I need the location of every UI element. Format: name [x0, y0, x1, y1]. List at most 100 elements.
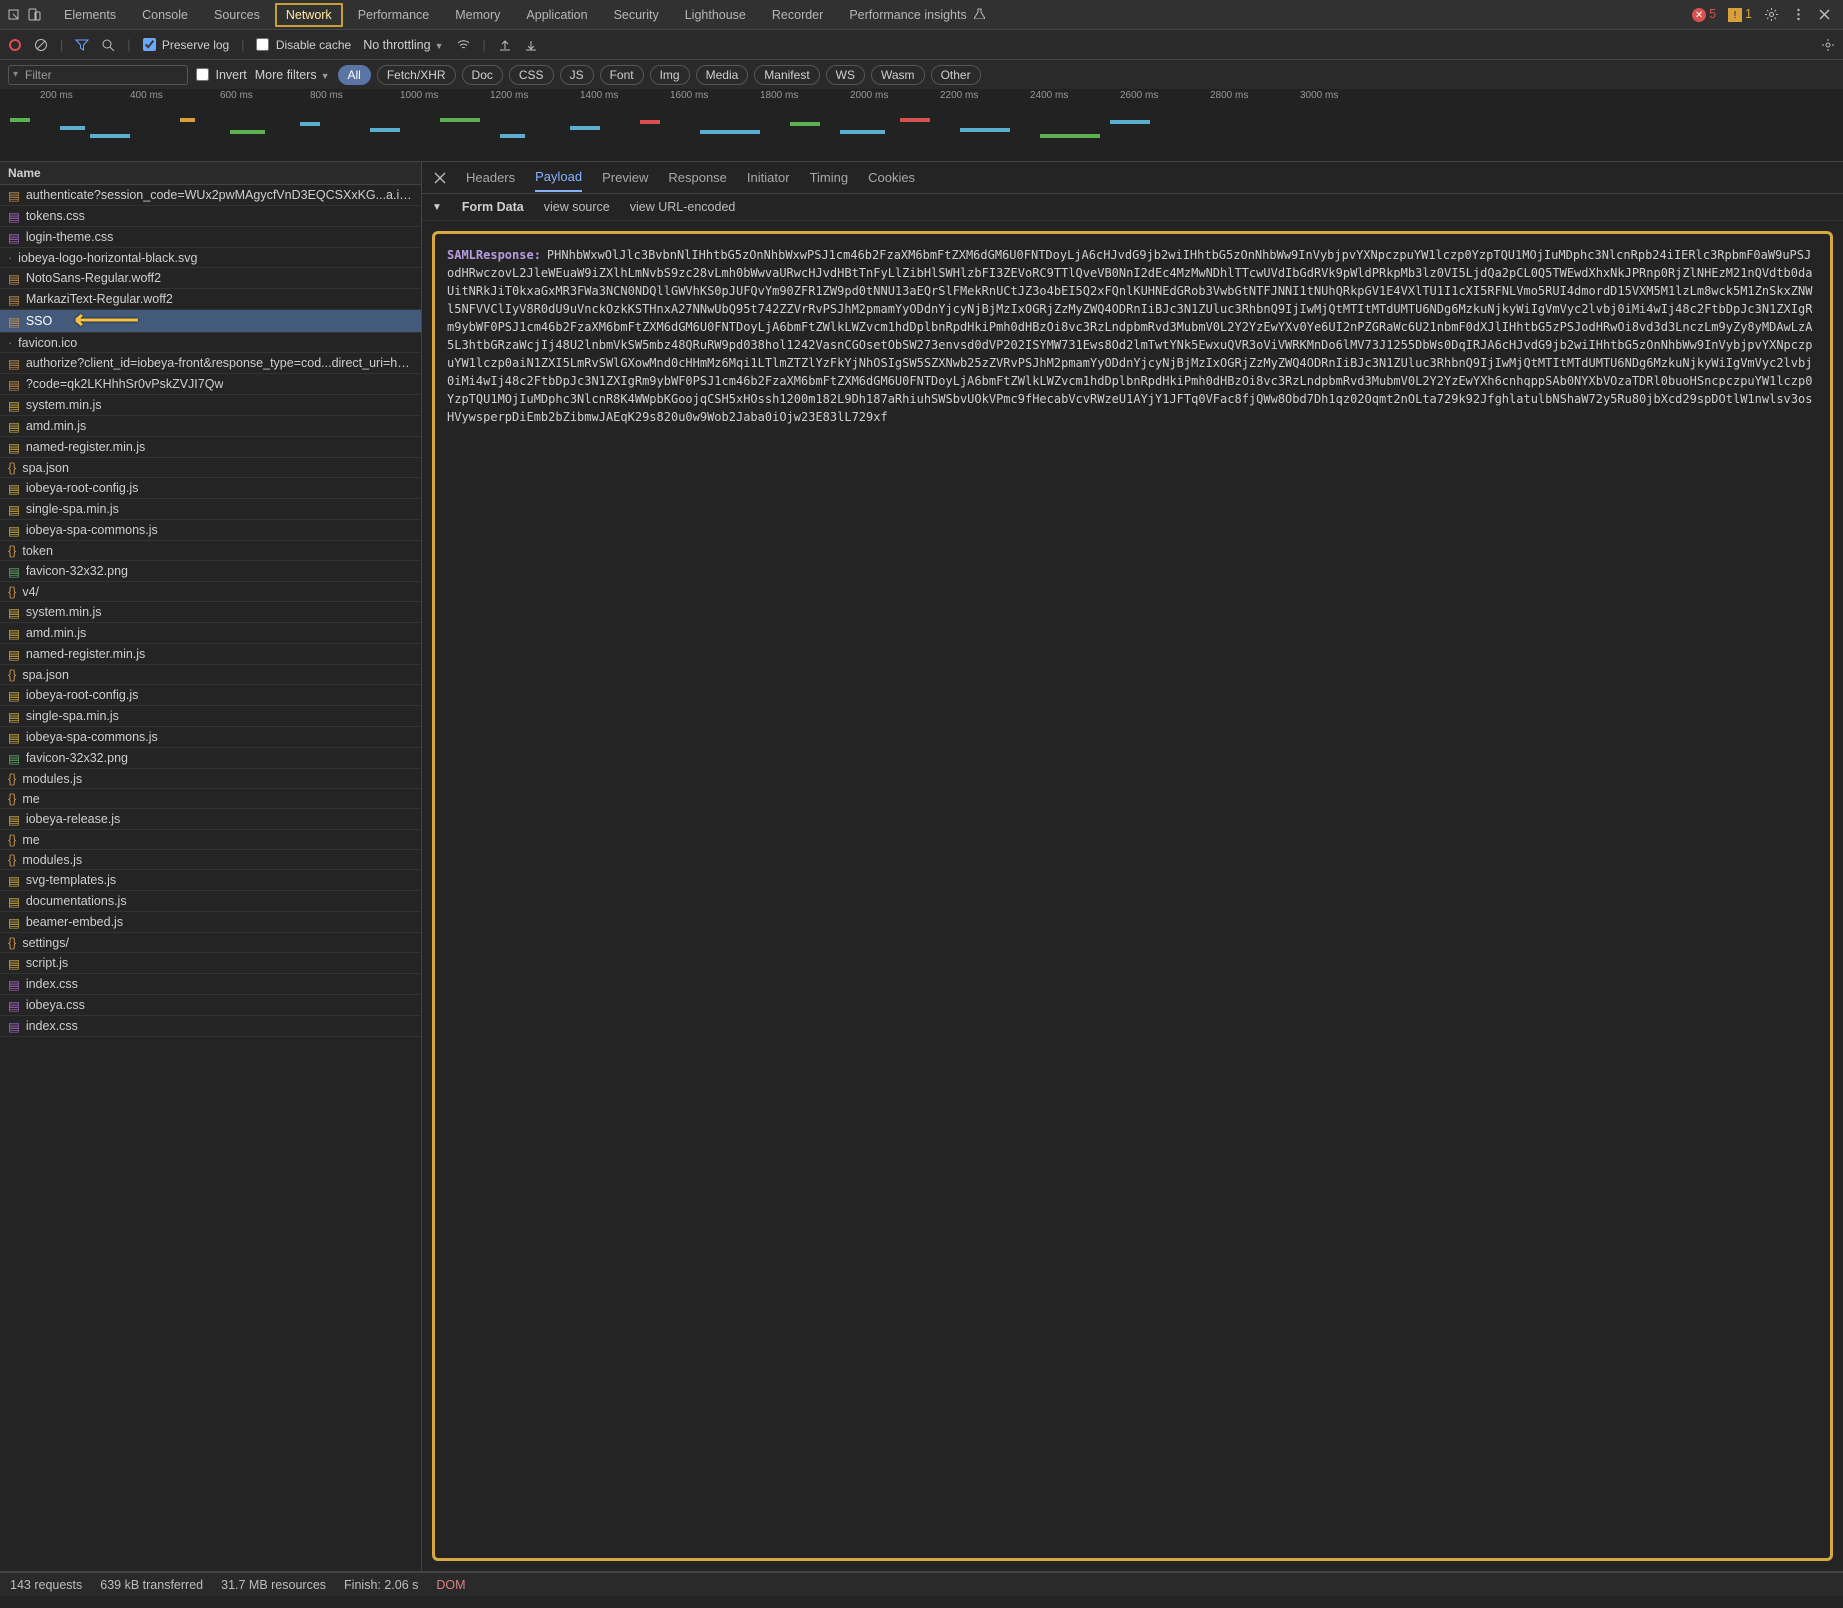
pill-all[interactable]: All [338, 65, 371, 85]
request-row[interactable]: ▤named-register.min.js [0, 437, 421, 458]
request-row[interactable]: ▤iobeya-spa-commons.js [0, 520, 421, 541]
more-filters[interactable]: More filters▼ [255, 68, 330, 82]
request-row[interactable]: ▤favicon-32x32.png [0, 748, 421, 769]
inspect-icon[interactable] [6, 7, 21, 22]
tab-lighthouse[interactable]: Lighthouse [673, 2, 758, 28]
request-row[interactable]: ▤login-theme.css [0, 227, 421, 248]
request-row[interactable]: ▤named-register.min.js [0, 644, 421, 665]
search-icon[interactable] [101, 38, 115, 52]
tab-cookies[interactable]: Cookies [868, 164, 915, 191]
pill-media[interactable]: Media [696, 65, 749, 85]
tab-network[interactable]: Network [274, 2, 344, 28]
pill-wasm[interactable]: Wasm [871, 65, 925, 85]
device-toolbar-icon[interactable] [27, 7, 42, 22]
upload-icon[interactable] [498, 38, 512, 52]
request-row[interactable]: ▤?code=qk2LKHhhSr0vPskZVJI7Qw [0, 374, 421, 395]
request-list[interactable]: ▤authenticate?session_code=WUx2pwMAgycfV… [0, 185, 421, 1571]
tab-security[interactable]: Security [602, 2, 671, 28]
pill-ws[interactable]: WS [826, 65, 865, 85]
tab-timing[interactable]: Timing [810, 164, 849, 191]
filter-input[interactable]: ▾ Filter [8, 65, 188, 85]
request-row[interactable]: {}spa.json [0, 458, 421, 478]
request-row[interactable]: ▤amd.min.js [0, 416, 421, 437]
request-row[interactable]: ▤documentations.js [0, 891, 421, 912]
pill-img[interactable]: Img [650, 65, 690, 85]
download-icon[interactable] [524, 38, 538, 52]
pill-fetch-xhr[interactable]: Fetch/XHR [377, 65, 456, 85]
request-row[interactable]: {}token [0, 541, 421, 561]
request-row[interactable]: ▤MarkaziText-Regular.woff2 [0, 289, 421, 310]
pill-manifest[interactable]: Manifest [754, 65, 819, 85]
network-timeline[interactable]: 200 ms400 ms600 ms800 ms1000 ms1200 ms14… [0, 90, 1843, 162]
request-row[interactable]: ▤script.js [0, 953, 421, 974]
gear-icon[interactable] [1764, 7, 1779, 22]
request-row[interactable]: ▤NotoSans-Regular.woff2 [0, 268, 421, 289]
tab-application[interactable]: Application [514, 2, 599, 28]
pill-doc[interactable]: Doc [462, 65, 503, 85]
request-row[interactable]: ▤iobeya-release.js [0, 809, 421, 830]
request-row[interactable]: ▤system.min.js [0, 395, 421, 416]
tab-elements[interactable]: Elements [52, 2, 128, 28]
settings-gear-icon[interactable] [1821, 38, 1835, 52]
request-row[interactable]: ▤iobeya-root-config.js [0, 685, 421, 706]
tab-preview[interactable]: Preview [602, 164, 648, 191]
view-source-link[interactable]: view source [544, 200, 610, 214]
tab-recorder[interactable]: Recorder [760, 2, 835, 28]
request-row[interactable]: ▤SSO [0, 310, 421, 333]
request-row[interactable]: ▤authorize?client_id=iobeya-front&respon… [0, 353, 421, 374]
invert-checkbox[interactable]: Invert [196, 68, 247, 82]
throttling-select[interactable]: No throttling▼ [363, 38, 443, 52]
tab-headers[interactable]: Headers [466, 164, 515, 191]
tab-payload[interactable]: Payload [535, 163, 582, 192]
request-row[interactable]: ▤iobeya-root-config.js [0, 478, 421, 499]
view-url-encoded-link[interactable]: view URL-encoded [630, 200, 736, 214]
request-row[interactable]: ▤index.css [0, 974, 421, 995]
close-detail-icon[interactable] [434, 172, 446, 184]
request-row[interactable]: ▤single-spa.min.js [0, 706, 421, 727]
request-row[interactable]: ▤amd.min.js [0, 623, 421, 644]
request-row[interactable]: ▤index.css [0, 1016, 421, 1037]
request-row[interactable]: ▤system.min.js [0, 602, 421, 623]
tab-memory[interactable]: Memory [443, 2, 512, 28]
request-row[interactable]: {}modules.js [0, 850, 421, 870]
request-row[interactable]: ▤beamer-embed.js [0, 912, 421, 933]
close-icon[interactable] [1818, 8, 1831, 21]
pill-font[interactable]: Font [600, 65, 644, 85]
request-row[interactable]: ▤iobeya.css [0, 995, 421, 1016]
preserve-log-input[interactable] [143, 38, 156, 51]
request-row[interactable]: {}me [0, 789, 421, 809]
request-row[interactable]: ·iobeya-logo-horizontal-black.svg [0, 248, 421, 268]
tab-performance[interactable]: Performance [346, 2, 442, 28]
tab-initiator[interactable]: Initiator [747, 164, 790, 191]
record-icon[interactable] [8, 38, 22, 52]
pill-js[interactable]: JS [560, 65, 594, 85]
request-row[interactable]: ▤iobeya-spa-commons.js [0, 727, 421, 748]
kebab-icon[interactable] [1791, 7, 1806, 22]
request-row[interactable]: ▤tokens.css [0, 206, 421, 227]
pill-other[interactable]: Other [931, 65, 981, 85]
request-row[interactable]: ▤svg-templates.js [0, 870, 421, 891]
error-indicator[interactable]: ✕5 [1692, 7, 1716, 23]
disable-cache-checkbox[interactable]: Disable cache [256, 38, 351, 52]
warning-indicator[interactable]: !1 [1728, 7, 1752, 23]
collapse-icon[interactable]: ▼ [432, 202, 442, 213]
request-row[interactable]: {}settings/ [0, 933, 421, 953]
request-row[interactable]: ·favicon.ico [0, 333, 421, 353]
request-row[interactable]: {}modules.js [0, 769, 421, 789]
request-row[interactable]: {}me [0, 830, 421, 850]
wifi-icon[interactable] [456, 37, 471, 52]
disable-cache-input[interactable] [256, 38, 269, 51]
tab-response[interactable]: Response [668, 164, 727, 191]
request-row[interactable]: ▤single-spa.min.js [0, 499, 421, 520]
clear-icon[interactable] [34, 38, 48, 52]
pill-css[interactable]: CSS [509, 65, 554, 85]
tab-perf-insights[interactable]: Performance insights [837, 2, 997, 28]
request-row[interactable]: {}spa.json [0, 665, 421, 685]
filter-icon[interactable] [75, 38, 89, 52]
request-row[interactable]: ▤authenticate?session_code=WUx2pwMAgycfV… [0, 185, 421, 206]
invert-input[interactable] [196, 68, 209, 81]
request-row[interactable]: ▤favicon-32x32.png [0, 561, 421, 582]
request-row[interactable]: {}v4/ [0, 582, 421, 602]
column-header-name[interactable]: Name [0, 162, 421, 185]
tab-sources[interactable]: Sources [202, 2, 272, 28]
